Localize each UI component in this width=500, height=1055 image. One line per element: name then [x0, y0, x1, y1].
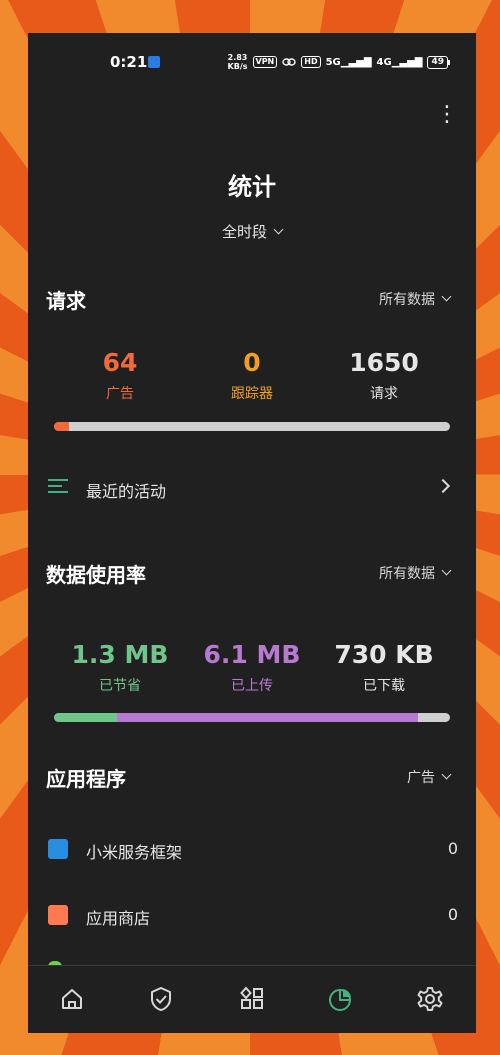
link-icon — [282, 57, 296, 67]
uploaded-label: 已上传 — [231, 678, 273, 694]
requests-stat: 1650 请求 — [319, 348, 449, 403]
chevron-down-icon — [273, 224, 284, 235]
data-usage-filter-dropdown[interactable]: 所有数据 — [379, 563, 452, 583]
network-speed-unit: KB/s — [227, 62, 248, 71]
saved-label: 已节省 — [99, 678, 141, 694]
apps-title: 应用程序 — [46, 767, 126, 791]
xiaomi-service-framework-icon — [48, 839, 68, 859]
trackers-label: 跟踪器 — [231, 386, 273, 402]
trackers-count: 0 — [243, 348, 261, 377]
app-row[interactable]: 应用商店 0 — [28, 895, 476, 945]
hd-icon: HD — [301, 56, 321, 68]
uploaded-bar-segment — [117, 713, 419, 722]
requests-title: 请求 — [46, 289, 86, 313]
chevron-right-icon — [435, 478, 451, 494]
data-usage-title: 数据使用率 — [46, 563, 146, 587]
app-count: 0 — [447, 839, 458, 858]
chevron-down-icon — [441, 291, 452, 302]
ads-label: 广告 — [106, 386, 134, 402]
requests-filter-dropdown[interactable]: 所有数据 — [379, 289, 452, 309]
period-label: 全时段 — [221, 223, 267, 241]
uploaded-stat: 6.1 MB 已上传 — [187, 640, 317, 695]
uploaded-value: 6.1 MB — [203, 640, 301, 669]
status-indicators: 2.83 KB/s VPN HD 5G▁▃▅▇ 4G▁▃▅▇ 49 — [228, 53, 450, 71]
ads-stat: 64 广告 — [55, 348, 185, 403]
status-time: 0:21 — [110, 53, 148, 71]
signal-5g-icon: 5G▁▃▅▇ — [325, 56, 372, 68]
apps-filter-dropdown[interactable]: 广告 — [407, 767, 452, 787]
app-name: 应用商店 — [86, 909, 151, 928]
shield-check-icon[interactable] — [146, 984, 176, 1014]
app-name: 小米服务框架 — [86, 843, 183, 862]
trackers-stat: 0 跟踪器 — [187, 348, 317, 403]
downloaded-value: 730 KB — [334, 640, 434, 669]
page-title: 统计 — [228, 173, 276, 201]
chevron-down-icon — [441, 565, 452, 576]
bottom-navigation — [28, 965, 476, 1033]
phone-screen: 0:21 2.83 KB/s VPN HD 5G▁▃▅▇ 4G▁▃▅▇ 49 ⋮… — [28, 33, 476, 1033]
app-store-icon — [48, 905, 68, 925]
saved-bar-segment — [54, 713, 118, 722]
requests-count: 1650 — [349, 348, 419, 377]
signal-4g-label: 4G — [376, 56, 392, 68]
apps-grid-icon[interactable] — [237, 984, 267, 1014]
period-selector[interactable]: 全时段 — [28, 221, 476, 242]
network-speed: 2.83 KB/s — [228, 53, 248, 71]
data-usage-progress-bar — [54, 713, 450, 722]
ads-count: 64 — [102, 348, 138, 377]
signal-4g-icon: 4G▁▃▅▇ — [376, 56, 423, 68]
home-icon[interactable] — [57, 984, 87, 1014]
activity-list-icon — [48, 479, 68, 495]
notification-app-icon — [148, 56, 160, 68]
recent-activity-label: 最近的活动 — [86, 482, 167, 501]
battery-icon: 49 — [427, 55, 450, 69]
downloaded-label: 已下载 — [363, 678, 405, 694]
data-usage-filter-label: 所有数据 — [379, 566, 435, 582]
settings-icon[interactable] — [415, 984, 445, 1014]
app-count: 0 — [447, 905, 458, 924]
apps-filter-label: 广告 — [407, 770, 435, 786]
signal-5g-label: 5G — [325, 56, 341, 68]
saved-stat: 1.3 MB 已节省 — [55, 640, 185, 695]
statistics-icon[interactable] — [326, 984, 356, 1014]
ads-bar-segment — [54, 422, 70, 431]
requests-label: 请求 — [370, 386, 398, 402]
vpn-icon: VPN — [252, 56, 278, 68]
recent-activity-row[interactable]: 最近的活动 — [28, 459, 476, 517]
saved-value: 1.3 MB — [71, 640, 169, 669]
network-speed-value: 2.83 — [227, 53, 248, 62]
app-row[interactable]: 小米服务框架 0 — [28, 829, 476, 879]
status-bar: 0:21 2.83 KB/s VPN HD 5G▁▃▅▇ 4G▁▃▅▇ 49 — [28, 33, 476, 91]
more-options-icon[interactable]: ⋮ — [436, 104, 458, 129]
requests-filter-label: 所有数据 — [379, 292, 435, 308]
downloaded-stat: 730 KB 已下载 — [319, 640, 449, 695]
chevron-down-icon — [441, 769, 452, 780]
requests-progress-bar — [54, 422, 450, 431]
